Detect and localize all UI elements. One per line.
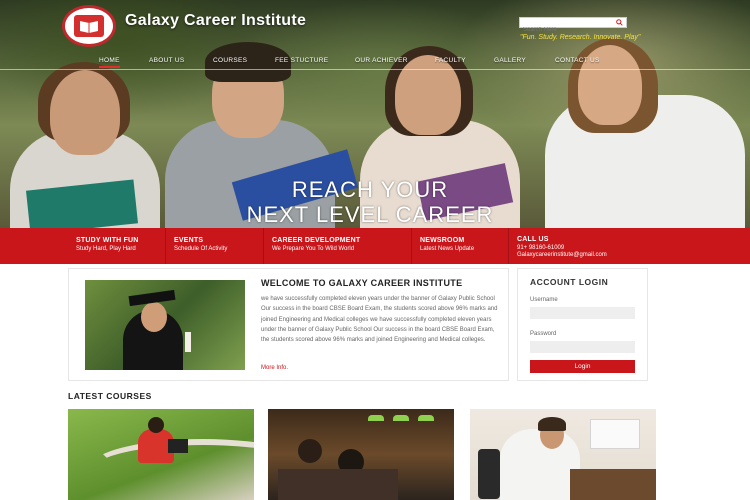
- library-lamp: [393, 415, 409, 421]
- feature-subtitle: Latest News Update: [420, 246, 475, 252]
- site-logo[interactable]: [62, 5, 116, 47]
- nav-courses[interactable]: COURSES: [213, 57, 247, 64]
- student-hair: [538, 417, 566, 431]
- logo-book-icon: [74, 15, 104, 37]
- feature-title: CALL US: [517, 236, 549, 243]
- username-label: Username: [530, 297, 558, 303]
- library-table: [278, 469, 398, 500]
- feature-title: CAREER DEVELOPMENT: [272, 237, 361, 244]
- login-button[interactable]: Login: [530, 360, 635, 373]
- hero-person-1-face: [50, 70, 120, 155]
- diploma-scroll: [185, 332, 191, 352]
- welcome-text: we have successfully completed eleven ye…: [261, 296, 498, 344]
- nav-contact-us[interactable]: CONTACT US: [555, 57, 600, 64]
- username-field[interactable]: [530, 307, 635, 319]
- feature-call-us[interactable]: CALL US 91+ 98160-61009 Galaxycareerinst…: [509, 228, 650, 264]
- hero-headline: REACH YOUR NEXT LEVEL CAREER: [200, 177, 540, 227]
- library-lamp: [368, 415, 384, 421]
- feature-bar: STUDY WITH FUN Study Hard, Play Hard EVE…: [0, 228, 750, 264]
- search-icon[interactable]: [616, 19, 623, 26]
- feature-subtitle: Study Hard, Play Hard: [76, 246, 136, 252]
- nav-about-us[interactable]: ABOUT US: [149, 57, 185, 64]
- account-login-panel: ACCOUNT LOGIN Username Password Login: [517, 268, 648, 381]
- course-card-outdoor-study[interactable]: [68, 409, 254, 500]
- feature-phone: 91+ 98160-61009: [517, 245, 565, 251]
- feature-subtitle: We Prepare You To Wild World: [272, 246, 355, 252]
- latest-courses-title: LATEST COURSES: [68, 391, 152, 401]
- feature-study-with-fun[interactable]: STUDY WITH FUN Study Hard, Play Hard: [68, 228, 166, 264]
- student-head: [148, 417, 164, 433]
- search-bar[interactable]: [519, 17, 627, 35]
- reader-head: [298, 439, 322, 463]
- more-info-link[interactable]: More Info.: [261, 365, 288, 371]
- welcome-panel: WELCOME TO GALAXY CAREER INSTITUTE we ha…: [68, 268, 509, 381]
- login-title: ACCOUNT LOGIN: [530, 277, 609, 287]
- site-tagline: "Fun. Study. Research. Innovate. Play": [520, 34, 641, 41]
- welcome-title: WELCOME TO GALAXY CAREER INSTITUTE: [261, 278, 463, 288]
- feature-email: Galaxycareerinstitute@gmail.com: [517, 252, 607, 258]
- feature-newsroom[interactable]: NEWSROOM Latest News Update: [412, 228, 509, 264]
- course-card-home-study[interactable]: [470, 409, 656, 500]
- nav-our-achiever[interactable]: OUR ACHIEVER: [355, 57, 408, 64]
- main-nav: HOME ABOUT US COURSES FEE STUCTURE OUR A…: [0, 57, 750, 69]
- library-lamp: [418, 415, 434, 421]
- feature-title: STUDY WITH FUN: [76, 237, 139, 244]
- course-card-library[interactable]: [268, 409, 454, 500]
- site-title[interactable]: Galaxy Career Institute: [125, 12, 306, 30]
- nav-gallery[interactable]: GALLERY: [494, 57, 526, 64]
- wall-cabinet: [590, 419, 640, 449]
- nav-home[interactable]: HOME: [99, 57, 120, 68]
- feature-career-development[interactable]: CAREER DEVELOPMENT We Prepare You To Wil…: [264, 228, 412, 264]
- graduate-face: [141, 302, 167, 332]
- feature-title: EVENTS: [174, 237, 204, 244]
- laptop-icon: [168, 439, 188, 453]
- hero-headline-line-2: NEXT LEVEL CAREER: [246, 202, 494, 227]
- desk: [570, 469, 656, 500]
- feature-subtitle: Schedule Of Activity: [174, 246, 228, 252]
- password-label: Password: [530, 331, 557, 337]
- feature-events[interactable]: EVENTS Schedule Of Activity: [166, 228, 264, 264]
- hero-headline-line-1: REACH YOUR: [291, 177, 449, 202]
- nav-divider: [0, 69, 750, 70]
- graduate-photo: [85, 280, 245, 370]
- hero-banner: Galaxy Career Institute "Fun. Study. Res…: [0, 0, 750, 228]
- feature-title: NEWSROOM: [420, 237, 465, 244]
- nav-faculty[interactable]: FACULTY: [435, 57, 466, 64]
- chair: [478, 449, 500, 499]
- password-field[interactable]: [530, 341, 635, 353]
- nav-fee-structure[interactable]: FEE STUCTURE: [275, 57, 328, 64]
